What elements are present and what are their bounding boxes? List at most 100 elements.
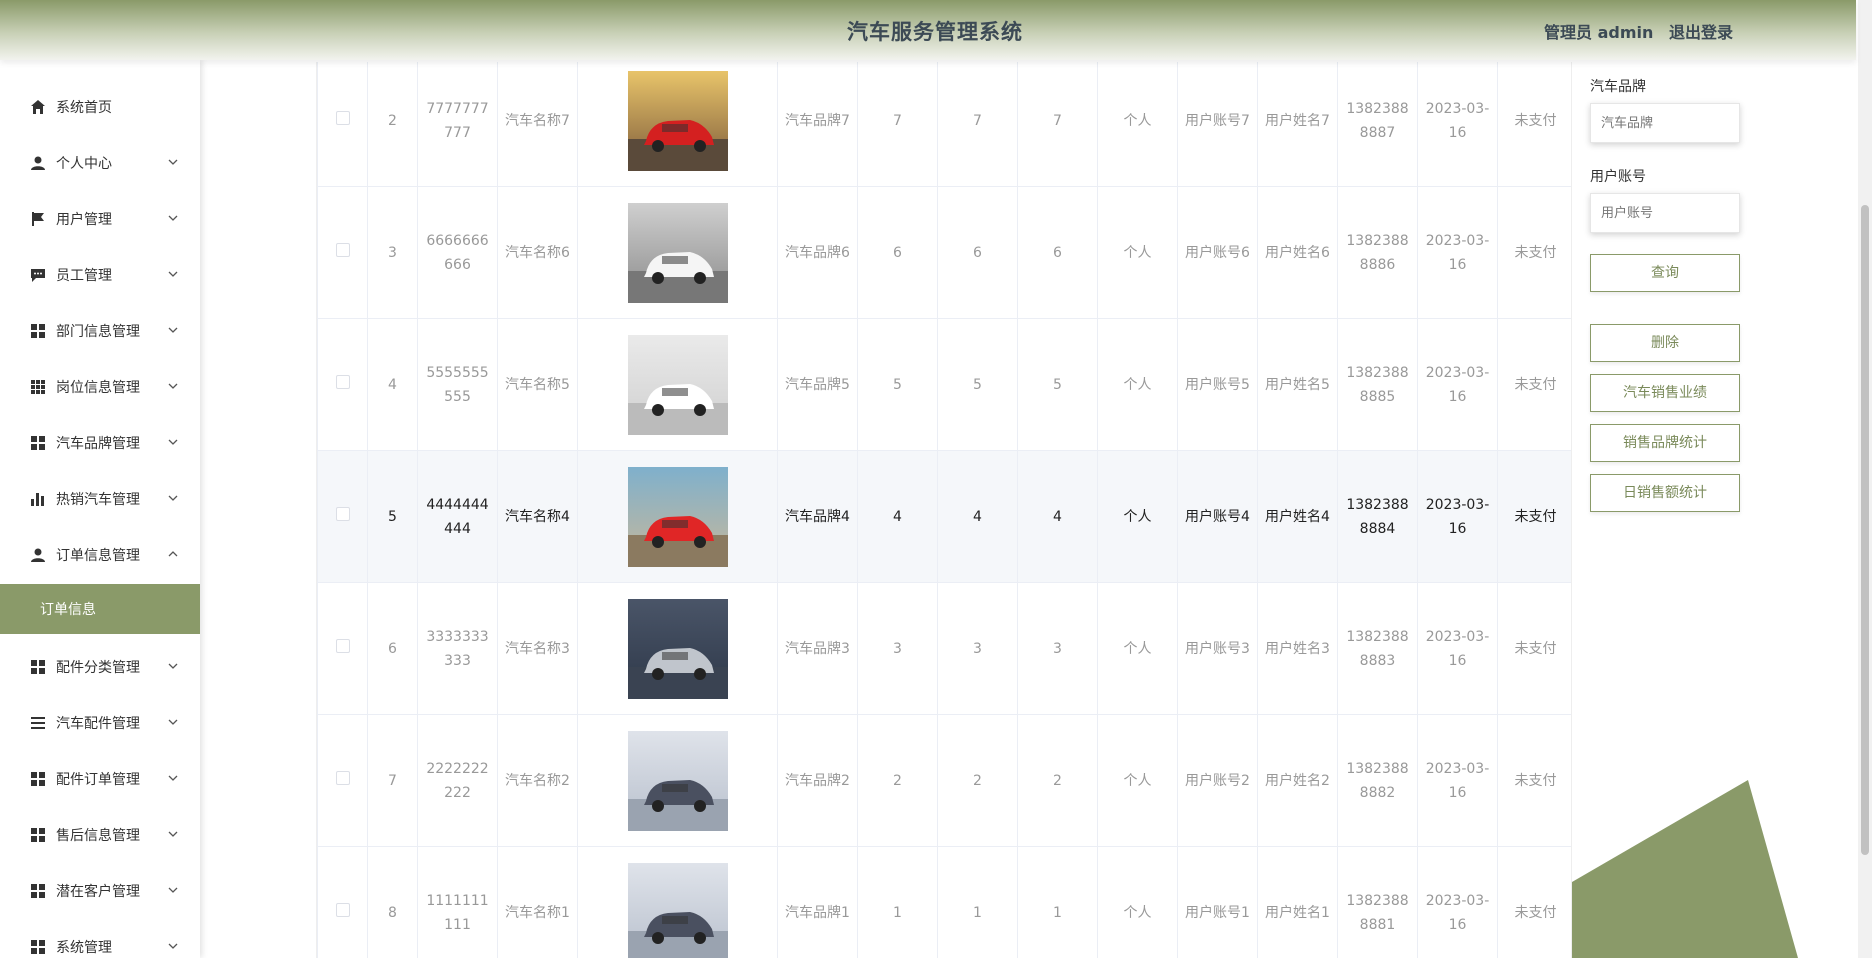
current-user: 管理员 admin xyxy=(1544,23,1654,42)
cell-type: 个人 xyxy=(1097,846,1178,958)
cell-car_name: 汽车名称5 xyxy=(497,318,578,451)
sidebar-item-4[interactable]: 部门信息管理 xyxy=(0,303,200,359)
row-checkbox[interactable] xyxy=(335,110,350,125)
sidebar-item-9[interactable]: 配件分类管理 xyxy=(0,639,200,695)
delete-button[interactable]: 删除 xyxy=(1590,324,1740,362)
sidebar-item-label: 热销汽车管理 xyxy=(56,492,140,508)
sidebar-item-label: 配件订单管理 xyxy=(56,772,140,788)
cell-c1: 7 xyxy=(857,62,938,187)
cell-brand: 汽车品牌4 xyxy=(777,450,858,583)
user-icon xyxy=(30,547,46,563)
table-row[interactable]: 6 3333333333 汽车名称3 汽车品牌3 3 3 3 个人 用户账号3 用户姓名3 1382… xyxy=(317,582,1571,715)
logout-link[interactable]: 退出登录 xyxy=(1669,23,1733,42)
list-icon xyxy=(30,715,46,731)
account-search-input[interactable] xyxy=(1590,193,1740,233)
brand-stats-button[interactable]: 销售品牌统计 xyxy=(1590,424,1740,462)
sidebar-item-10[interactable]: 汽车配件管理 xyxy=(0,695,200,751)
table-row[interactable]: 8 1111111111 汽车名称1 汽车品牌1 1 1 1 个人 用户账号1 用户姓名1 1382… xyxy=(317,846,1571,958)
query-button[interactable]: 查询 xyxy=(1590,254,1740,292)
chevron-down-icon xyxy=(168,381,178,394)
sidebar-item-11[interactable]: 配件订单管理 xyxy=(0,751,200,807)
row-checkbox[interactable] xyxy=(335,506,350,521)
sidebar-item-6[interactable]: 汽车品牌管理 xyxy=(0,415,200,471)
car-image-cell xyxy=(577,62,778,187)
row-checkbox-cell[interactable] xyxy=(317,582,368,715)
row-checkbox-cell[interactable] xyxy=(317,318,368,451)
cell-c1: 5 xyxy=(857,318,938,451)
cell-order_no: 7777777777 xyxy=(417,62,498,187)
car-photo xyxy=(627,466,728,567)
page-scrollbar[interactable] xyxy=(1858,0,1872,958)
cell-account: 用户账号5 xyxy=(1177,318,1258,451)
grid-icon xyxy=(30,435,46,451)
car-image-cell xyxy=(577,846,778,958)
cell-type: 个人 xyxy=(1097,186,1178,319)
chevron-down-icon xyxy=(168,717,178,730)
row-checkbox[interactable] xyxy=(335,770,350,785)
cell-uname: 用户姓名3 xyxy=(1257,582,1338,715)
sidebar-item-2[interactable]: 用户管理 xyxy=(0,191,200,247)
sidebar-item-label: 岗位信息管理 xyxy=(56,380,140,396)
sidebar-item-8[interactable]: 订单信息管理 xyxy=(0,527,200,583)
row-index: 8 xyxy=(367,846,418,958)
cell-order_no: 5555555555 xyxy=(417,318,498,451)
cell-phone: 13823888887 xyxy=(1337,62,1418,187)
chevron-down-icon xyxy=(168,941,178,954)
row-index: 4 xyxy=(367,318,418,451)
row-index: 3 xyxy=(367,186,418,319)
sidebar-item-label: 售后信息管理 xyxy=(56,828,140,844)
car-image-cell xyxy=(577,582,778,715)
table-row[interactable]: 2 7777777777 汽车名称7 汽车品牌7 7 7 7 个人 用户账号7 用户姓名7 1382… xyxy=(317,62,1571,187)
cell-c2: 2 xyxy=(937,714,1018,847)
sales-performance-button[interactable]: 汽车销售业绩 xyxy=(1590,374,1740,412)
chat-icon xyxy=(30,267,46,283)
sidebar-item-3[interactable]: 员工管理 xyxy=(0,247,200,303)
sidebar-item-7[interactable]: 热销汽车管理 xyxy=(0,471,200,527)
cell-type: 个人 xyxy=(1097,714,1178,847)
cell-uname: 用户姓名6 xyxy=(1257,186,1338,319)
table-row[interactable]: 4 5555555555 汽车名称5 汽车品牌5 5 5 5 个人 用户账号5 用户姓名5 1382… xyxy=(317,318,1571,451)
cell-account: 用户账号2 xyxy=(1177,714,1258,847)
apps-icon xyxy=(30,379,46,395)
cell-c3: 3 xyxy=(1017,582,1098,715)
sidebar-item-12[interactable]: 售后信息管理 xyxy=(0,807,200,863)
row-checkbox-cell[interactable] xyxy=(317,62,368,187)
table-row[interactable]: 7 2222222222 汽车名称2 汽车品牌2 2 2 2 个人 用户账号2 用户姓名2 1382… xyxy=(317,714,1571,847)
row-checkbox-cell[interactable] xyxy=(317,450,368,583)
chevron-down-icon xyxy=(168,773,178,786)
daily-sales-stats-button[interactable]: 日销售额统计 xyxy=(1590,474,1740,512)
row-checkbox[interactable] xyxy=(335,902,350,917)
row-checkbox-cell[interactable] xyxy=(317,186,368,319)
table-row[interactable]: 5 4444444444 汽车名称4 汽车品牌4 4 4 4 个人 用户账号4 用户姓名4 1382… xyxy=(317,450,1571,583)
car-image-cell xyxy=(577,186,778,319)
cell-brand: 汽车品牌2 xyxy=(777,714,858,847)
row-checkbox[interactable] xyxy=(335,242,350,257)
chevron-up-icon xyxy=(168,549,178,562)
grid-icon xyxy=(30,771,46,787)
scrollbar-thumb[interactable] xyxy=(1861,205,1869,855)
account-label: 用户账号 xyxy=(1590,169,1646,185)
car-photo xyxy=(627,70,728,171)
grid-icon xyxy=(30,827,46,843)
cell-status: 未支付 xyxy=(1497,846,1571,958)
row-checkbox[interactable] xyxy=(335,638,350,653)
brand-search-input[interactable] xyxy=(1590,103,1740,143)
car-photo xyxy=(627,334,728,435)
sidebar-item-13[interactable]: 潜在客户管理 xyxy=(0,863,200,919)
sidebar-item-14[interactable]: 系统管理 xyxy=(0,919,200,958)
cell-c3: 7 xyxy=(1017,62,1098,187)
sidebar-item-1[interactable]: 个人中心 xyxy=(0,135,200,191)
row-checkbox-cell[interactable] xyxy=(317,846,368,958)
row-checkbox-cell[interactable] xyxy=(317,714,368,847)
cell-brand: 汽车品牌3 xyxy=(777,582,858,715)
row-checkbox[interactable] xyxy=(335,374,350,389)
grid-icon xyxy=(30,659,46,675)
table-row[interactable]: 3 6666666666 汽车名称6 汽车品牌6 6 6 6 个人 用户账号6 用户姓名6 1382… xyxy=(317,186,1571,319)
cell-brand: 汽车品牌6 xyxy=(777,186,858,319)
cell-uname: 用户姓名7 xyxy=(1257,62,1338,187)
sidebar-subitem-order-info[interactable]: 订单信息 xyxy=(0,584,200,634)
cell-c3: 2 xyxy=(1017,714,1098,847)
sidebar-item-5[interactable]: 岗位信息管理 xyxy=(0,359,200,415)
sidebar-item-0[interactable]: 系统首页 xyxy=(0,79,200,135)
cell-date: 2023-03-16 xyxy=(1417,714,1498,847)
